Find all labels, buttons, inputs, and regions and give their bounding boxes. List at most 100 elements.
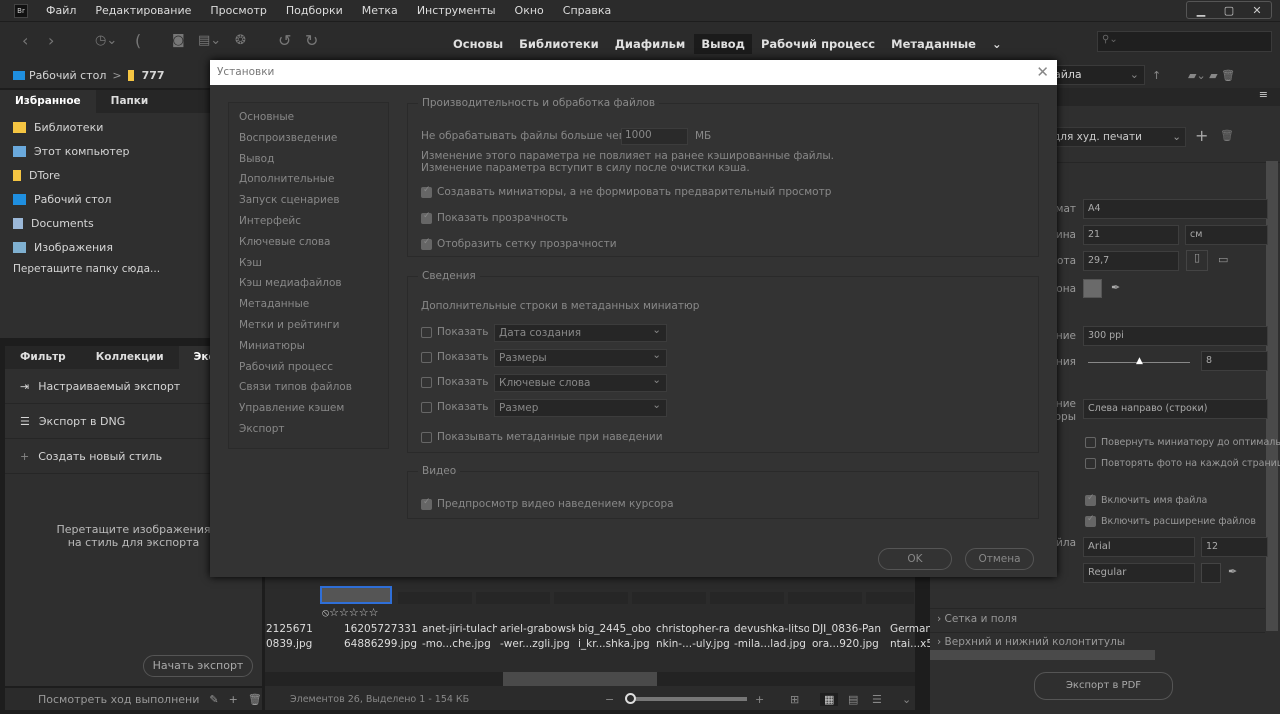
- file-name[interactable]: anet-jiri-tulach -mo...che.jpg: [422, 622, 497, 652]
- menu-file[interactable]: Файл: [46, 4, 76, 17]
- maximize-icon[interactable]: ▢: [1215, 2, 1243, 18]
- selected-thumbnail[interactable]: [320, 586, 392, 604]
- thumbnail[interactable]: [788, 592, 862, 604]
- hover-metadata-checkbox[interactable]: Показывать метаданные при наведении: [421, 431, 663, 443]
- landscape-icon[interactable]: ▭: [1218, 253, 1228, 266]
- breadcrumb-desktop[interactable]: Рабочий стол: [29, 69, 106, 82]
- preferences-nav-item[interactable]: Миниатюры: [229, 336, 388, 357]
- workspace-workflow[interactable]: Рабочий процесс: [754, 34, 882, 54]
- start-export-button[interactable]: Начать экспорт: [143, 655, 253, 677]
- grid-lock-icon[interactable]: ⊞: [790, 693, 799, 706]
- file-name[interactable]: devushka-litso -mila...lad.jpg: [734, 622, 809, 652]
- export-pdf-button[interactable]: Экспорт в PDF: [1034, 672, 1173, 700]
- font-dropdown[interactable]: Arial: [1083, 537, 1195, 557]
- close-icon[interactable]: ✕: [1036, 63, 1049, 81]
- recent-icon[interactable]: ◷⌄: [95, 33, 117, 48]
- delete-icon[interactable]: 🗑: [248, 693, 262, 706]
- thumbnail[interactable]: [476, 592, 550, 604]
- thumbnail[interactable]: [554, 592, 628, 604]
- preferences-nav-item[interactable]: Дополнительные: [229, 169, 388, 190]
- view-options-icon[interactable]: ⌄: [902, 693, 911, 706]
- horizontal-scrollbar[interactable]: [265, 672, 915, 686]
- cancel-button[interactable]: Отмена: [965, 548, 1034, 570]
- workspace-libraries[interactable]: Библиотеки: [512, 34, 606, 54]
- metadata-field-dropdown[interactable]: Размер: [494, 397, 667, 417]
- detail-view-icon[interactable]: ▤: [848, 693, 858, 706]
- menu-edit[interactable]: Редактирование: [95, 4, 191, 17]
- rotate-left-icon[interactable]: ↺: [278, 31, 291, 50]
- scrollbar-thumb[interactable]: [503, 672, 657, 686]
- font-color-swatch[interactable]: [1201, 563, 1221, 583]
- section-grid-margins[interactable]: › Сетка и поля: [937, 613, 1017, 625]
- quality-slider[interactable]: ▲: [1088, 356, 1190, 366]
- new-folder-icon[interactable]: ▰⌄ ▰ 🗑: [1188, 69, 1235, 82]
- add-icon[interactable]: +: [229, 693, 238, 706]
- preferences-nav-item[interactable]: Кэш медиафайлов: [229, 273, 388, 294]
- metadata-field-dropdown[interactable]: Размеры: [494, 347, 667, 367]
- height-field[interactable]: 29,7: [1083, 251, 1179, 271]
- refine-icon[interactable]: ▤⌄: [198, 33, 221, 48]
- open-camera-raw-icon[interactable]: ❂: [235, 33, 246, 48]
- show-field-checkbox[interactable]: Показать: [421, 376, 488, 388]
- rotate-right-icon[interactable]: ↻: [305, 31, 318, 50]
- thumbnail[interactable]: [866, 592, 914, 604]
- preferences-nav-item[interactable]: Метки и рейтинги: [229, 315, 388, 336]
- thumbnail-view-icon[interactable]: ▦: [820, 692, 839, 706]
- show-field-checkbox[interactable]: Показать: [421, 401, 488, 413]
- preferences-nav-item[interactable]: Кэш: [229, 253, 388, 274]
- preferences-nav-item[interactable]: Связи типов файлов: [229, 377, 388, 398]
- thumbnail[interactable]: [632, 592, 706, 604]
- camera-icon[interactable]: ◙: [172, 33, 185, 48]
- metadata-field-dropdown[interactable]: Ключевые слова: [494, 372, 667, 392]
- preferences-nav-item[interactable]: Ключевые слова: [229, 232, 388, 253]
- metadata-field-dropdown[interactable]: Дата создания: [494, 322, 667, 342]
- tab-collections[interactable]: Коллекции: [81, 346, 179, 369]
- ok-button[interactable]: OK: [878, 548, 952, 570]
- section-header-footer[interactable]: › Верхний и нижний колонтитулы: [937, 636, 1125, 648]
- file-limit-input[interactable]: 1000: [621, 128, 688, 145]
- show-field-checkbox[interactable]: Показать: [421, 326, 488, 338]
- thumbnails-checkbox[interactable]: Создавать миниатюры, а не формировать пр…: [421, 185, 831, 198]
- file-name[interactable]: christopher-ra nkin-...-uly.jpg: [656, 622, 731, 652]
- resolution-field[interactable]: 300 ppi: [1083, 326, 1268, 346]
- view-progress-link[interactable]: Посмотреть ход выполнени: [38, 693, 199, 706]
- format-field[interactable]: A4: [1083, 199, 1268, 219]
- workspace-filmstrip[interactable]: Диафильм: [608, 34, 693, 54]
- edit-icon[interactable]: ✎: [209, 693, 218, 706]
- quality-value-field[interactable]: 8: [1201, 351, 1268, 371]
- transparency-grid-checkbox[interactable]: Отобразить сетку прозрачности: [421, 237, 617, 250]
- workspace-metadata[interactable]: Метаданные: [884, 34, 983, 54]
- delete-preset-icon[interactable]: 🗑: [1220, 129, 1234, 142]
- sort-dropdown[interactable]: айла ⌄: [1050, 65, 1145, 85]
- workspace-essentials[interactable]: Основы: [446, 34, 510, 54]
- menu-help[interactable]: Справка: [563, 4, 611, 17]
- transparency-checkbox[interactable]: Показать прозрачность: [421, 211, 568, 224]
- back-icon[interactable]: ‹: [22, 31, 28, 50]
- eyedropper-icon[interactable]: ✒: [1228, 565, 1237, 578]
- eyedropper-icon[interactable]: ✒: [1111, 281, 1120, 294]
- menu-window[interactable]: Окно: [515, 4, 544, 17]
- show-field-checkbox[interactable]: Показать: [421, 351, 488, 363]
- close-window-icon[interactable]: ✕: [1243, 2, 1271, 18]
- order-dropdown[interactable]: Слева направо (строки): [1083, 399, 1268, 419]
- preferences-nav-item[interactable]: Запуск сценариев: [229, 190, 388, 211]
- unit-dropdown[interactable]: см: [1185, 225, 1268, 245]
- file-name[interactable]: big_2445_obo i_kr...shka.jpg: [578, 622, 653, 652]
- thumbnail-size-slider[interactable]: [625, 693, 747, 704]
- include-filename-checkbox[interactable]: Включить имя файла: [1085, 493, 1207, 506]
- preferences-nav-item[interactable]: Рабочий процесс: [229, 357, 388, 378]
- preset-dropdown[interactable]: для худ. печати ⌄: [1050, 127, 1186, 147]
- slider-handle[interactable]: [625, 693, 636, 704]
- preferences-nav-item[interactable]: Экспорт: [229, 419, 388, 440]
- list-view-icon[interactable]: ☰: [872, 693, 882, 706]
- zoom-out-icon[interactable]: −: [605, 693, 614, 706]
- rating-stars[interactable]: ⦸☆☆☆☆☆: [322, 606, 378, 620]
- preferences-nav-item[interactable]: Интерфейс: [229, 211, 388, 232]
- sort-direction-icon[interactable]: ↑: [1152, 69, 1161, 82]
- tab-filter[interactable]: Фильтр: [5, 346, 81, 369]
- tab-folders[interactable]: Папки: [96, 90, 164, 113]
- add-preset-icon[interactable]: +: [1195, 126, 1208, 145]
- rotate-checkbox[interactable]: Повернуть миниатюру до оптимальн: [1085, 437, 1280, 448]
- boomerang-icon[interactable]: (: [135, 31, 141, 50]
- minimize-icon[interactable]: ▁: [1187, 2, 1215, 18]
